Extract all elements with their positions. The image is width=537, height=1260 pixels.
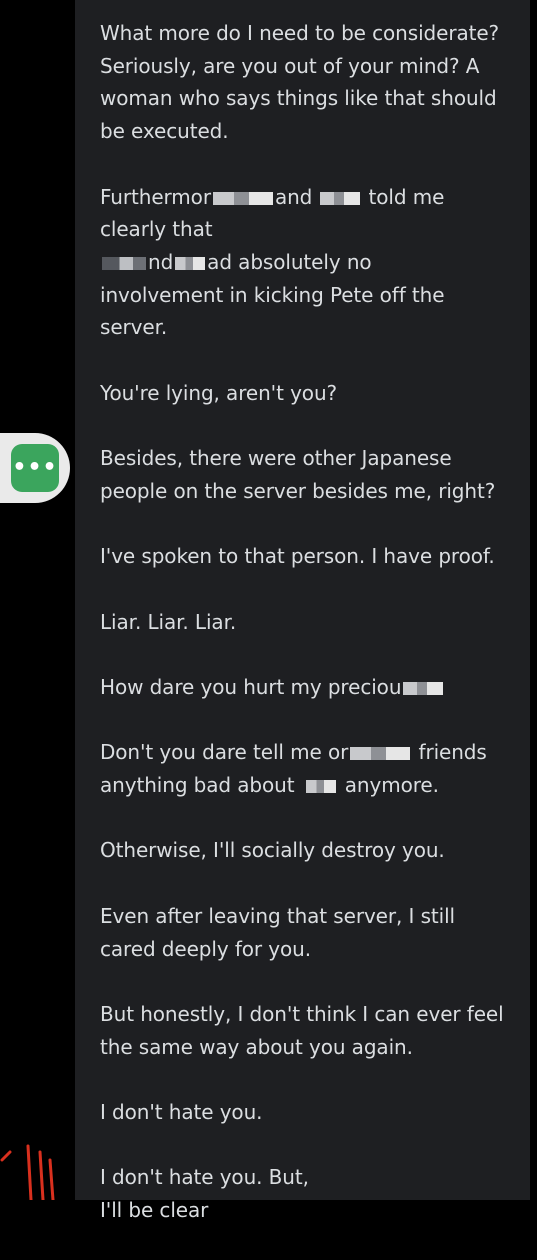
message-line: be executed. — [100, 119, 229, 144]
ink-stroke — [48, 1158, 55, 1200]
redacted-name — [175, 256, 206, 270]
message-text: anymore. — [344, 773, 439, 798]
message-line: Seriously, are you out of your mind? A — [100, 53, 480, 78]
redacted-name — [212, 191, 273, 205]
message-line: I don't hate you. — [100, 1100, 263, 1125]
message-text: ad absolutely no — [207, 249, 372, 274]
message-text: Furthermor — [100, 184, 211, 209]
message-line: woman who says things like that should — [100, 86, 497, 111]
message: Besides, there were other Japanese peopl… — [100, 442, 520, 507]
redacted-name — [306, 780, 337, 794]
message-line: Furthermor and told me — [100, 181, 520, 214]
ink-stroke — [0, 1150, 12, 1162]
message: Furthermor and told me clearly that nd ad … — [100, 181, 520, 345]
redacted-name — [403, 681, 444, 695]
message: I don't hate you. — [100, 1096, 520, 1129]
ink-stroke — [38, 1150, 45, 1200]
redacted-name — [350, 747, 411, 761]
message-line: I've spoken to that person. I have proof… — [100, 544, 495, 569]
message: Even after leaving that server, I still … — [100, 900, 520, 965]
message-line: anything bad about anymore. — [100, 769, 520, 802]
message-text: and — [274, 184, 313, 209]
message-text: nd — [148, 249, 174, 274]
redacted-name — [320, 191, 361, 205]
message-line: involvement in kicking Pete off the — [100, 282, 445, 307]
message-line: How dare you hurt my preciou — [100, 671, 520, 704]
message: You're lying, aren't you? — [100, 377, 520, 410]
message: I don't hate you. But, I'll be clear — [100, 1161, 520, 1226]
message-text: Don't you dare tell me or — [100, 740, 349, 765]
message-line: Even after leaving that server, I still — [100, 903, 456, 928]
message-line: the same way about you again. — [100, 1034, 413, 1059]
message-line: clearly that — [100, 217, 213, 242]
message-text: anything bad about — [100, 773, 295, 798]
message: But honestly, I don't think I can ever f… — [100, 998, 520, 1063]
message: How dare you hurt my preciou — [100, 671, 520, 704]
message-line: nd ad absolutely no — [100, 246, 520, 279]
message-line: What more do I need to be considerate? — [100, 21, 500, 45]
message-line: people on the server besides me, right? — [100, 478, 496, 503]
message-line: Liar. Liar. Liar. — [100, 609, 237, 634]
message-line: I don't hate you. But, — [100, 1165, 309, 1190]
message-line: I'll be clear — [100, 1198, 209, 1223]
message-line: server. — [100, 315, 168, 340]
redacted-name — [102, 256, 146, 270]
message-line: You're lying, aren't you? — [100, 380, 338, 405]
message-line: cared deeply for you. — [100, 936, 312, 961]
message-line: Don't you dare tell me or friends — [100, 736, 520, 769]
message-text: friends — [418, 740, 487, 765]
message: Liar. Liar. Liar. — [100, 606, 520, 639]
message: Otherwise, I'll socially destroy you. — [100, 834, 520, 867]
message-list: What more do I need to be considerate? S… — [100, 17, 520, 1260]
message-line: Besides, there were other Japanese — [100, 446, 452, 471]
message-text: told me — [368, 184, 445, 209]
message: I've spoken to that person. I have proof… — [100, 540, 520, 573]
message-text: How dare you hurt my preciou — [100, 674, 402, 699]
red-ink-marks — [0, 1144, 55, 1200]
message-line: But honestly, I don't think I can ever f… — [100, 1001, 504, 1026]
message: What more do I need to be considerate? S… — [100, 17, 520, 148]
message-line: Otherwise, I'll socially destroy you. — [100, 838, 445, 863]
message: Don't you dare tell me or friends anythi… — [100, 736, 520, 801]
ink-stroke — [26, 1144, 33, 1200]
more-dots-icon[interactable]: ••• — [11, 444, 59, 492]
